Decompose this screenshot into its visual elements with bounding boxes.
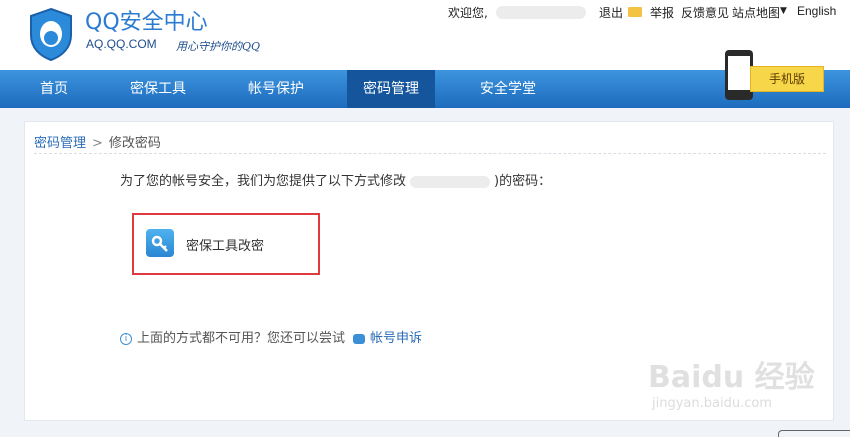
site-title[interactable]: QQ安全中心 [85, 4, 208, 36]
report-link[interactable]: 举报 [650, 4, 674, 21]
intro-text: 为了您的帐号安全，我们为您提供了以下方式修改 )的密码： [120, 170, 551, 189]
logout-link[interactable]: 退出 [599, 4, 623, 21]
nav-item-account-protection[interactable]: 帐号保护 [226, 70, 326, 108]
feedback-link[interactable]: 反馈意见 [681, 4, 729, 21]
nav-item-security-school[interactable]: 安全学堂 [458, 70, 558, 108]
username-blurred [496, 6, 586, 19]
welcome-text: 欢迎您, [448, 6, 488, 20]
breadcrumb-parent-link[interactable]: 密码管理 [34, 136, 86, 151]
nav-item-password-management[interactable]: 密码管理 [347, 70, 435, 108]
help-text-label: 上面的方式都不可用？您还可以尝试 [137, 331, 346, 346]
mobile-version-badge[interactable]: 手机版 [710, 46, 825, 102]
site-slogan: 用心守护你的QQ [176, 40, 261, 53]
corner-frame [778, 430, 850, 437]
english-link[interactable]: English [797, 4, 836, 18]
security-tool-option-label[interactable]: 密保工具改密 [186, 235, 264, 254]
account-blurred [410, 175, 491, 188]
breadcrumb-current: 修改密码 [108, 136, 161, 151]
account-appeal-link[interactable]: 帐号申诉 [370, 331, 422, 346]
site-domain: AQ.QQ.COM [86, 37, 157, 51]
mobile-version-label: 手机版 [750, 66, 824, 92]
divider [34, 153, 826, 154]
chat-bubble-icon [353, 333, 366, 344]
help-text: i 上面的方式都不可用？您还可以尝试 帐号申诉 [120, 327, 422, 346]
watermark-url: jingyan.baidu.com [652, 396, 772, 411]
breadcrumb: 密码管理 > 修改密码 [34, 132, 161, 151]
intro-text-before: 为了您的帐号安全，我们为您提供了以下方式修改 [120, 174, 407, 189]
mail-icon[interactable] [628, 7, 642, 17]
chevron-down-icon[interactable]: ▼ [780, 6, 787, 16]
sitemap-link[interactable]: 站点地图 [732, 4, 780, 21]
info-icon: i [120, 332, 132, 345]
nav-item-security-tools[interactable]: 密保工具 [108, 70, 208, 108]
security-tool-option[interactable]: 密保工具改密 [132, 213, 320, 275]
nav-item-home[interactable]: 首页 [0, 70, 108, 108]
baidu-jingyan-watermark: Baidu 经验 jingyan.baidu.com [648, 352, 848, 422]
qq-shield-logo-icon[interactable] [27, 7, 75, 61]
breadcrumb-separator: > [92, 136, 103, 151]
key-icon [146, 229, 174, 257]
intro-text-after: )的密码： [494, 174, 552, 189]
watermark-brand: Baidu 经验 [648, 360, 815, 395]
phone-icon [725, 50, 753, 100]
